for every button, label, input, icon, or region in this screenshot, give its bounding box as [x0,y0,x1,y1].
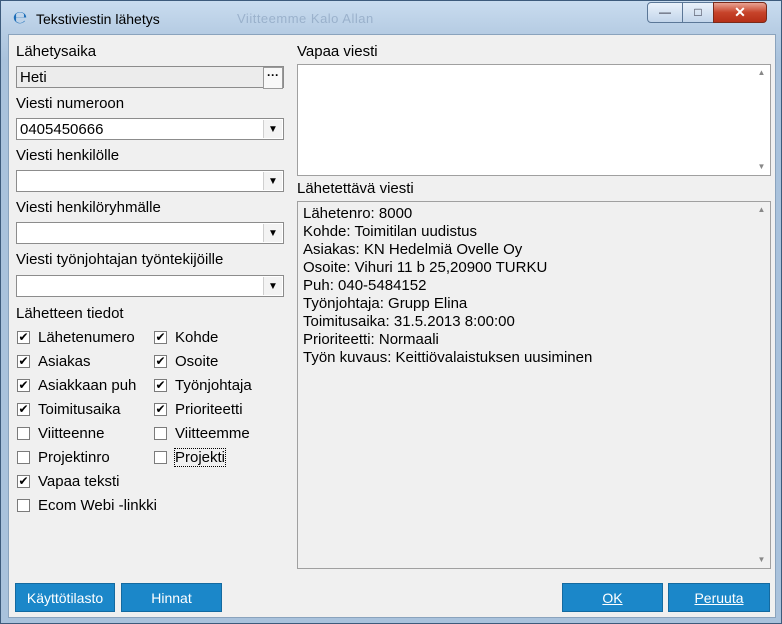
checkbox-box[interactable]: ✔ [17,331,30,344]
message-line: Työn kuvaus: Keittiövalaistuksen uusimin… [303,349,593,366]
checkbox-box[interactable]: ✔ [17,403,30,416]
message-to-send-textarea[interactable]: Lähetenro: 8000 Kohde: Toimitilan uudist… [297,201,771,569]
chevron-down-icon[interactable]: ▼ [263,120,282,138]
checkbox-box[interactable]: ✔ [154,331,167,344]
group-label: Viesti henkilöryhmälle [16,199,161,216]
close-button[interactable]: ✕ [713,2,767,23]
message-scrollbar[interactable]: ▲ ▼ [753,202,770,568]
checkbox-box[interactable]: ✔ [154,379,167,392]
source-info-label: Lähetteen tiedot [16,305,124,322]
checkbox-box[interactable] [17,499,30,512]
ok-button[interactable]: OK [562,583,663,612]
chevron-down-icon[interactable]: ▼ [263,172,282,190]
message-line: Työnjohtaja: Grupp Elina [303,295,468,312]
dialog-window: ℮ Tekstiviestin lähetys Viitteemme Kalo … [0,0,782,624]
window-title: Tekstiviestin lähetys [36,11,160,27]
number-label: Viesti numeroon [16,95,125,112]
person-combobox[interactable]: ▼ [16,170,284,192]
message-line: Puh: 040-5484152 [303,277,427,294]
free-message-textarea[interactable]: ▲ ▼ [297,64,771,176]
send-time-label: Lähetysaika [16,43,97,60]
free-message-label: Vapaa viesti [297,43,378,60]
number-value: 0405450666 [20,121,104,138]
background-window-title: Viitteemme Kalo Allan [237,11,374,26]
app-logo-icon: ℮ [12,8,28,28]
free-message-scrollbar[interactable]: ▲ ▼ [753,65,770,175]
checkbox-box[interactable]: ✔ [154,355,167,368]
send-time-field[interactable]: Heti ··· [16,66,284,89]
message-line: Asiakas: KN Hedelmiä Ovelle Oy [303,241,523,258]
checkbox-box[interactable] [17,451,30,464]
send-time-value: Heti [20,69,47,86]
checkbox-box[interactable]: ✔ [17,475,30,488]
checkbox-box[interactable] [17,427,30,440]
message-text: Lähetenro: 8000 Kohde: Toimitilan uudist… [303,205,592,367]
checkbox-box[interactable]: ✔ [17,355,30,368]
scroll-down-icon[interactable]: ▼ [753,552,770,568]
chevron-down-icon[interactable]: ▼ [263,224,282,242]
dialog-body: Lähetysaika Heti ··· Viesti numeroon 040… [8,34,776,618]
message-to-send-label: Lähetettävä viesti [297,180,414,197]
prices-button[interactable]: Hinnat [121,583,222,612]
send-time-picker-button[interactable]: ··· [263,67,283,89]
workers-label: Viesti työnjohtajan työntekijöille [16,251,224,268]
usage-stats-button[interactable]: Käyttötilasto [15,583,115,612]
chevron-down-icon[interactable]: ▼ [263,277,282,295]
checkbox-box[interactable]: ✔ [154,403,167,416]
message-line: Lähetenro: 8000 [303,205,413,222]
scroll-up-icon[interactable]: ▲ [753,65,770,81]
cancel-button[interactable]: Peruuta [668,583,770,612]
person-label: Viesti henkilölle [16,147,120,164]
checkbox-box[interactable]: ✔ [17,379,30,392]
message-line: Osoite: Vihuri 11 b 25,20900 TURKU [303,259,548,276]
title-bar[interactable]: ℮ Tekstiviestin lähetys Viitteemme Kalo … [1,1,781,35]
message-line: Toimitusaika: 31.5.2013 8:00:00 [303,313,515,330]
maximize-button[interactable]: □ [682,2,714,23]
workers-combobox[interactable]: ▼ [16,275,284,297]
message-line: Kohde: Toimitilan uudistus [303,223,477,240]
group-combobox[interactable]: ▼ [16,222,284,244]
scroll-down-icon[interactable]: ▼ [753,159,770,175]
scroll-up-icon[interactable]: ▲ [753,202,770,218]
checkbox-box[interactable] [154,451,167,464]
number-combobox[interactable]: 0405450666 ▼ [16,118,284,140]
checkbox-box[interactable] [154,427,167,440]
minimize-button[interactable]: — [647,2,683,23]
message-line: Prioriteetti: Normaali [303,331,439,348]
